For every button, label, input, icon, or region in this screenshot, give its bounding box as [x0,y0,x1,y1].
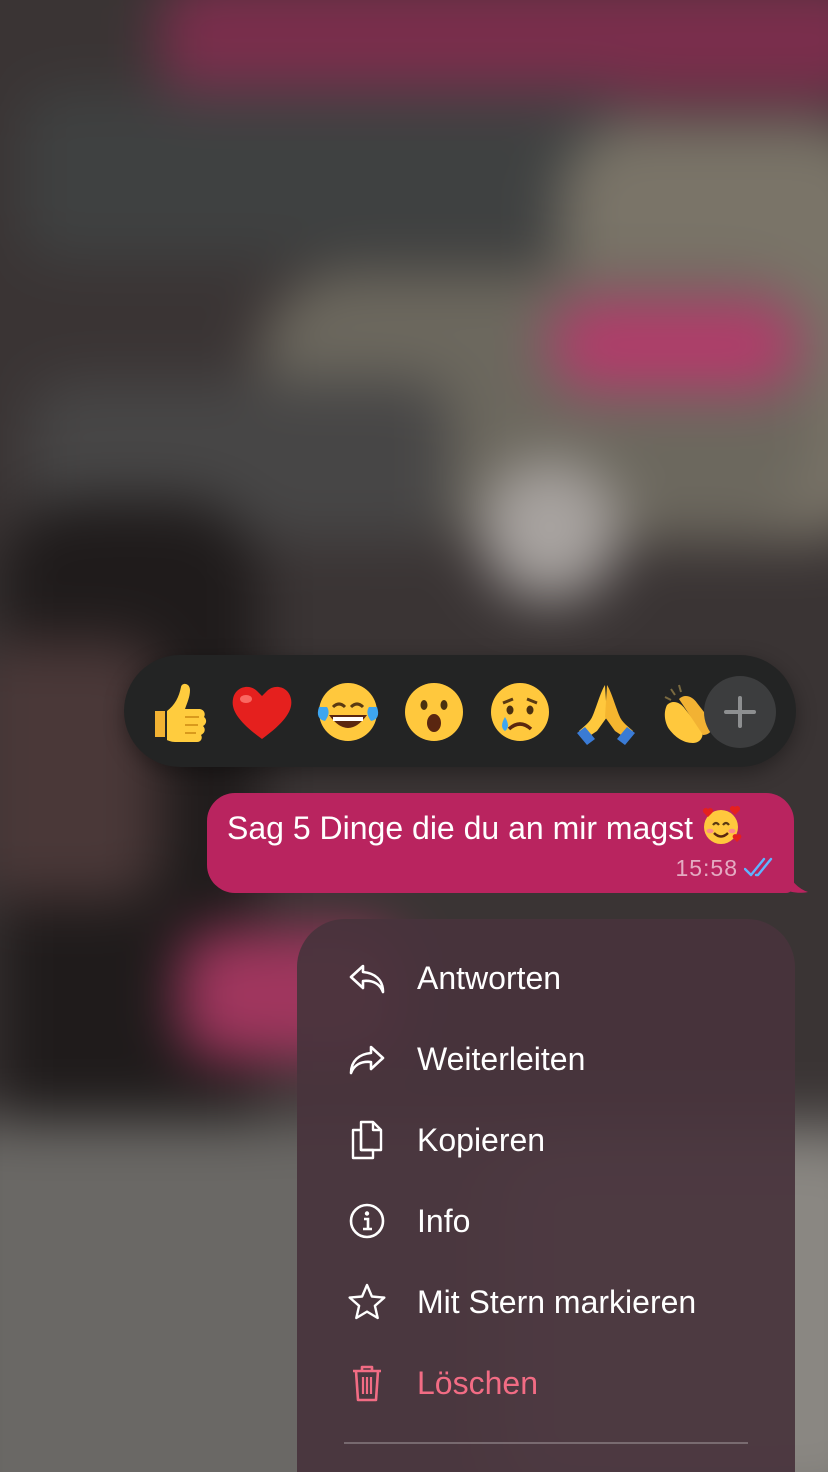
reaction-crying-face[interactable] [485,677,555,747]
reaction-bar [124,655,796,767]
menu-label-forward: Weiterleiten [417,1041,586,1077]
double-check-read-icon [744,857,773,877]
trash-icon [353,1365,381,1402]
reply-icon [349,964,385,994]
menu-label-star: Mit Stern markieren [417,1284,697,1320]
message-text-content: Sag 5 Dinge die du an mir magst [227,810,694,846]
reaction-thumbs-up[interactable] [141,677,211,747]
menu-label-copy: Kopieren [417,1122,546,1158]
reaction-face-with-tears-of-joy[interactable] [313,677,383,747]
message-time: 15:58 [675,855,738,881]
reaction-face-with-open-mouth[interactable] [399,677,469,747]
menu-divider [344,1442,748,1444]
more-reactions-plus-icon[interactable] [704,676,776,748]
menu-item-star[interactable]: Mit Stern markieren [297,1262,795,1343]
copy-icon [351,1120,383,1160]
smiling-face-with-hearts-emoji [702,805,742,844]
menu-item-reply[interactable]: Antworten [297,938,795,1019]
menu-item-delete[interactable]: Löschen [297,1343,795,1424]
message-text: Sag 5 Dinge die du an mir magst [227,803,743,850]
menu-item-forward[interactable]: Weiterleiten [297,1019,795,1100]
reaction-folded-hands[interactable] [571,677,641,747]
info-icon [349,1203,385,1239]
context-menu: Antworten Weiterleiten Kopieren Info Mit… [297,919,795,1472]
menu-label-reply: Antworten [417,960,562,996]
menu-label-delete: Löschen [417,1365,538,1401]
screen: Sag 5 Dinge die du an mir magst 15:58 An… [0,0,828,1472]
star-icon [348,1283,386,1320]
reaction-red-heart[interactable] [227,677,297,747]
menu-label-info: Info [417,1203,471,1239]
forward-icon [349,1045,385,1075]
menu-item-info[interactable]: Info [297,1181,795,1262]
menu-item-copy[interactable]: Kopieren [297,1100,795,1181]
message-bubble[interactable]: Sag 5 Dinge die du an mir magst 15:58 [207,793,794,893]
